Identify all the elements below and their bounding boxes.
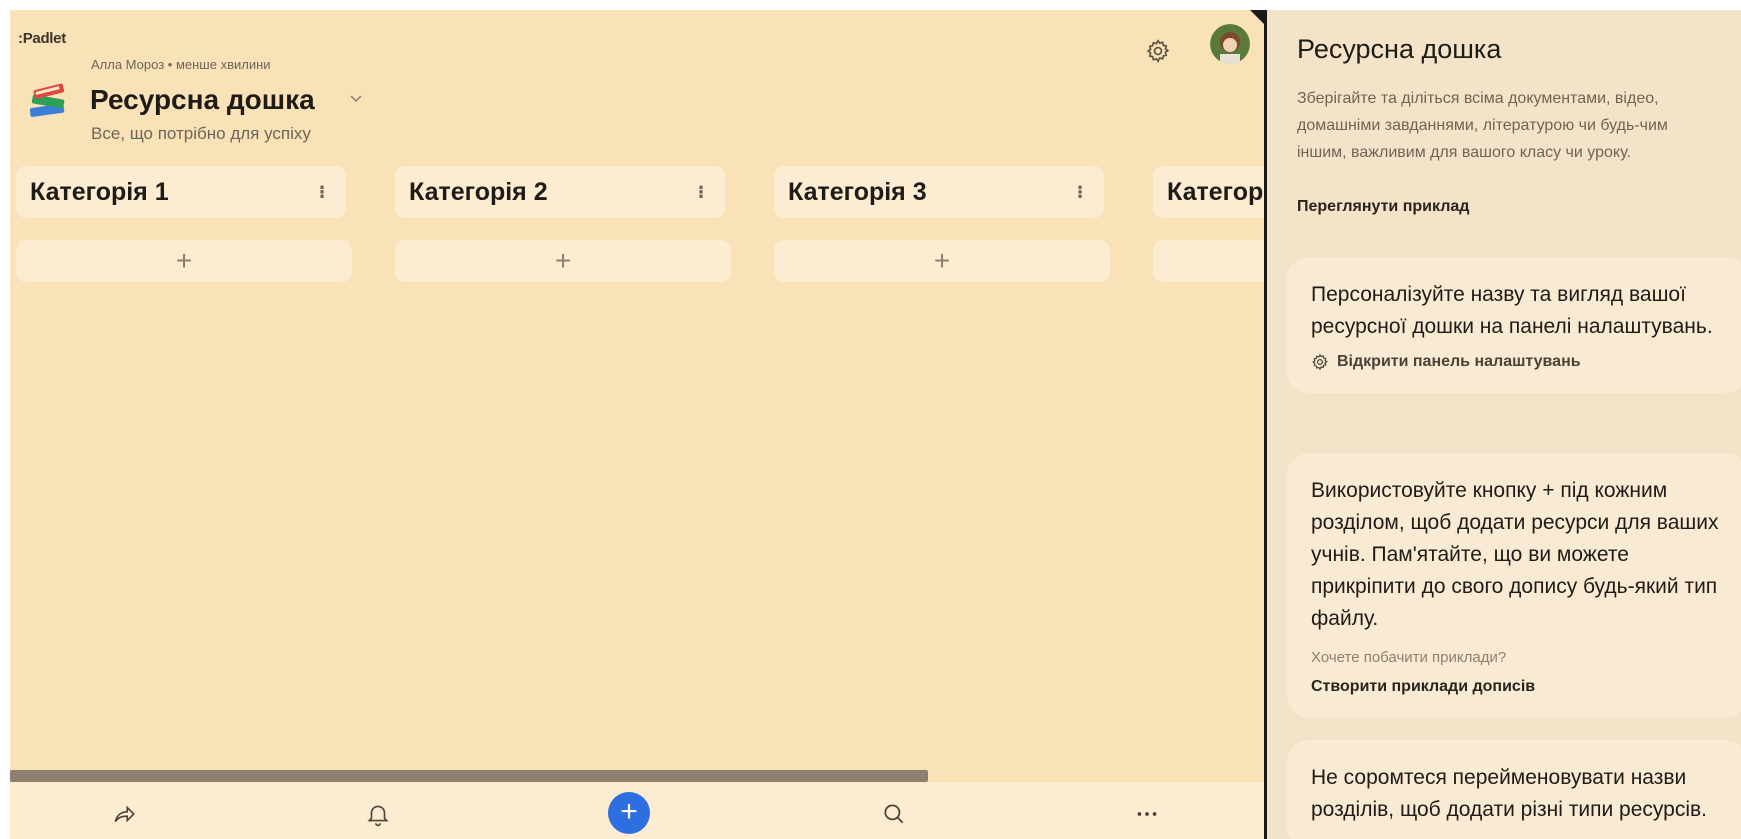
chevron-down-icon[interactable]: [348, 90, 364, 106]
section-title[interactable]: Категорія 1: [30, 178, 169, 207]
board-title[interactable]: Ресурсна дошка: [90, 84, 315, 116]
gear-icon: [1146, 39, 1170, 63]
section-menu-icon[interactable]: ⁝: [312, 182, 332, 203]
share-icon: [114, 805, 135, 823]
more-icon: [1137, 812, 1157, 816]
search-icon: [884, 804, 904, 824]
horizontal-scrollbar[interactable]: [10, 770, 928, 782]
panel-notch: [1250, 10, 1264, 24]
settings-gear-button[interactable]: [1143, 36, 1173, 66]
search-button[interactable]: [872, 792, 916, 836]
section-title[interactable]: Категорія 3: [788, 178, 927, 207]
gear-icon: [1312, 353, 1328, 371]
books-emoji-icon: [29, 83, 65, 117]
tip-text: Не соромтеся перейменовувати назви розді…: [1311, 766, 1707, 821]
section-title[interactable]: Категорія 2: [409, 178, 548, 207]
open-settings-label: Відкрити панель налаштувань: [1337, 353, 1581, 370]
padlet-logo[interactable]: :Padlet: [18, 30, 66, 47]
tip-card-rename-sections: Не соромтеся перейменовувати назви розді…: [1287, 740, 1741, 839]
add-post-button-4[interactable]: [1153, 240, 1264, 282]
bottom-toolbar: +: [10, 782, 1264, 839]
tip-card-settings: Персоналізуйте назву та вигляд вашої рес…: [1287, 257, 1741, 393]
tip-hint: Хочете побачити приклади?: [1311, 649, 1507, 666]
add-post-fab[interactable]: +: [608, 792, 650, 834]
bell-icon: [367, 805, 389, 827]
board-byline: Алла Мороз • менше хвилини: [91, 57, 271, 72]
section-header-1: Категорія 1 ⁝: [16, 166, 346, 218]
add-post-button-2[interactable]: +: [395, 240, 731, 282]
panel-title: Ресурсна дошка: [1297, 34, 1502, 64]
board-description: Все, що потрібно для успіху: [91, 124, 311, 143]
tip-card-add-resources: Використовуйте кнопку + під кожним розді…: [1287, 453, 1741, 718]
add-post-button-1[interactable]: +: [16, 240, 352, 282]
notifications-button[interactable]: [356, 792, 400, 836]
panel-description: Зберігайте та діліться всіма документами…: [1297, 90, 1668, 161]
add-post-button-3[interactable]: +: [774, 240, 1110, 282]
view-example-link[interactable]: Переглянути приклад: [1297, 198, 1469, 216]
section-header-3: Категорія 3 ⁝: [774, 166, 1104, 218]
author-name: Алла Мороз: [91, 57, 165, 72]
tip-text: Використовуйте кнопку + під кожним розді…: [1311, 479, 1719, 630]
tip-text: Персоналізуйте назву та вигляд вашої рес…: [1311, 283, 1713, 338]
section-menu-icon[interactable]: ⁝: [1070, 182, 1090, 203]
section-title[interactable]: Категор: [1167, 178, 1263, 207]
section-header-2: Категорія 2 ⁝: [395, 166, 725, 218]
more-button[interactable]: [1125, 792, 1169, 836]
share-button[interactable]: [102, 792, 146, 836]
plus-icon: +: [620, 795, 638, 828]
open-settings-link[interactable]: Відкрити панель налаштувань: [1311, 353, 1723, 371]
updated-time: менше хвилини: [175, 57, 271, 72]
section-menu-icon[interactable]: ⁝: [691, 182, 711, 203]
section-header-4: Категор: [1153, 166, 1264, 218]
avatar-photo-icon: [1210, 24, 1250, 64]
onboarding-panel: Ресурсна дошка Зберігайте та діліться вс…: [1267, 10, 1741, 839]
board-canvas: :Padlet Алла Мороз • менше хвилини Ресур…: [10, 10, 1264, 839]
user-avatar[interactable]: [1210, 24, 1250, 64]
create-example-posts-link[interactable]: Створити приклади дописів: [1311, 678, 1723, 696]
